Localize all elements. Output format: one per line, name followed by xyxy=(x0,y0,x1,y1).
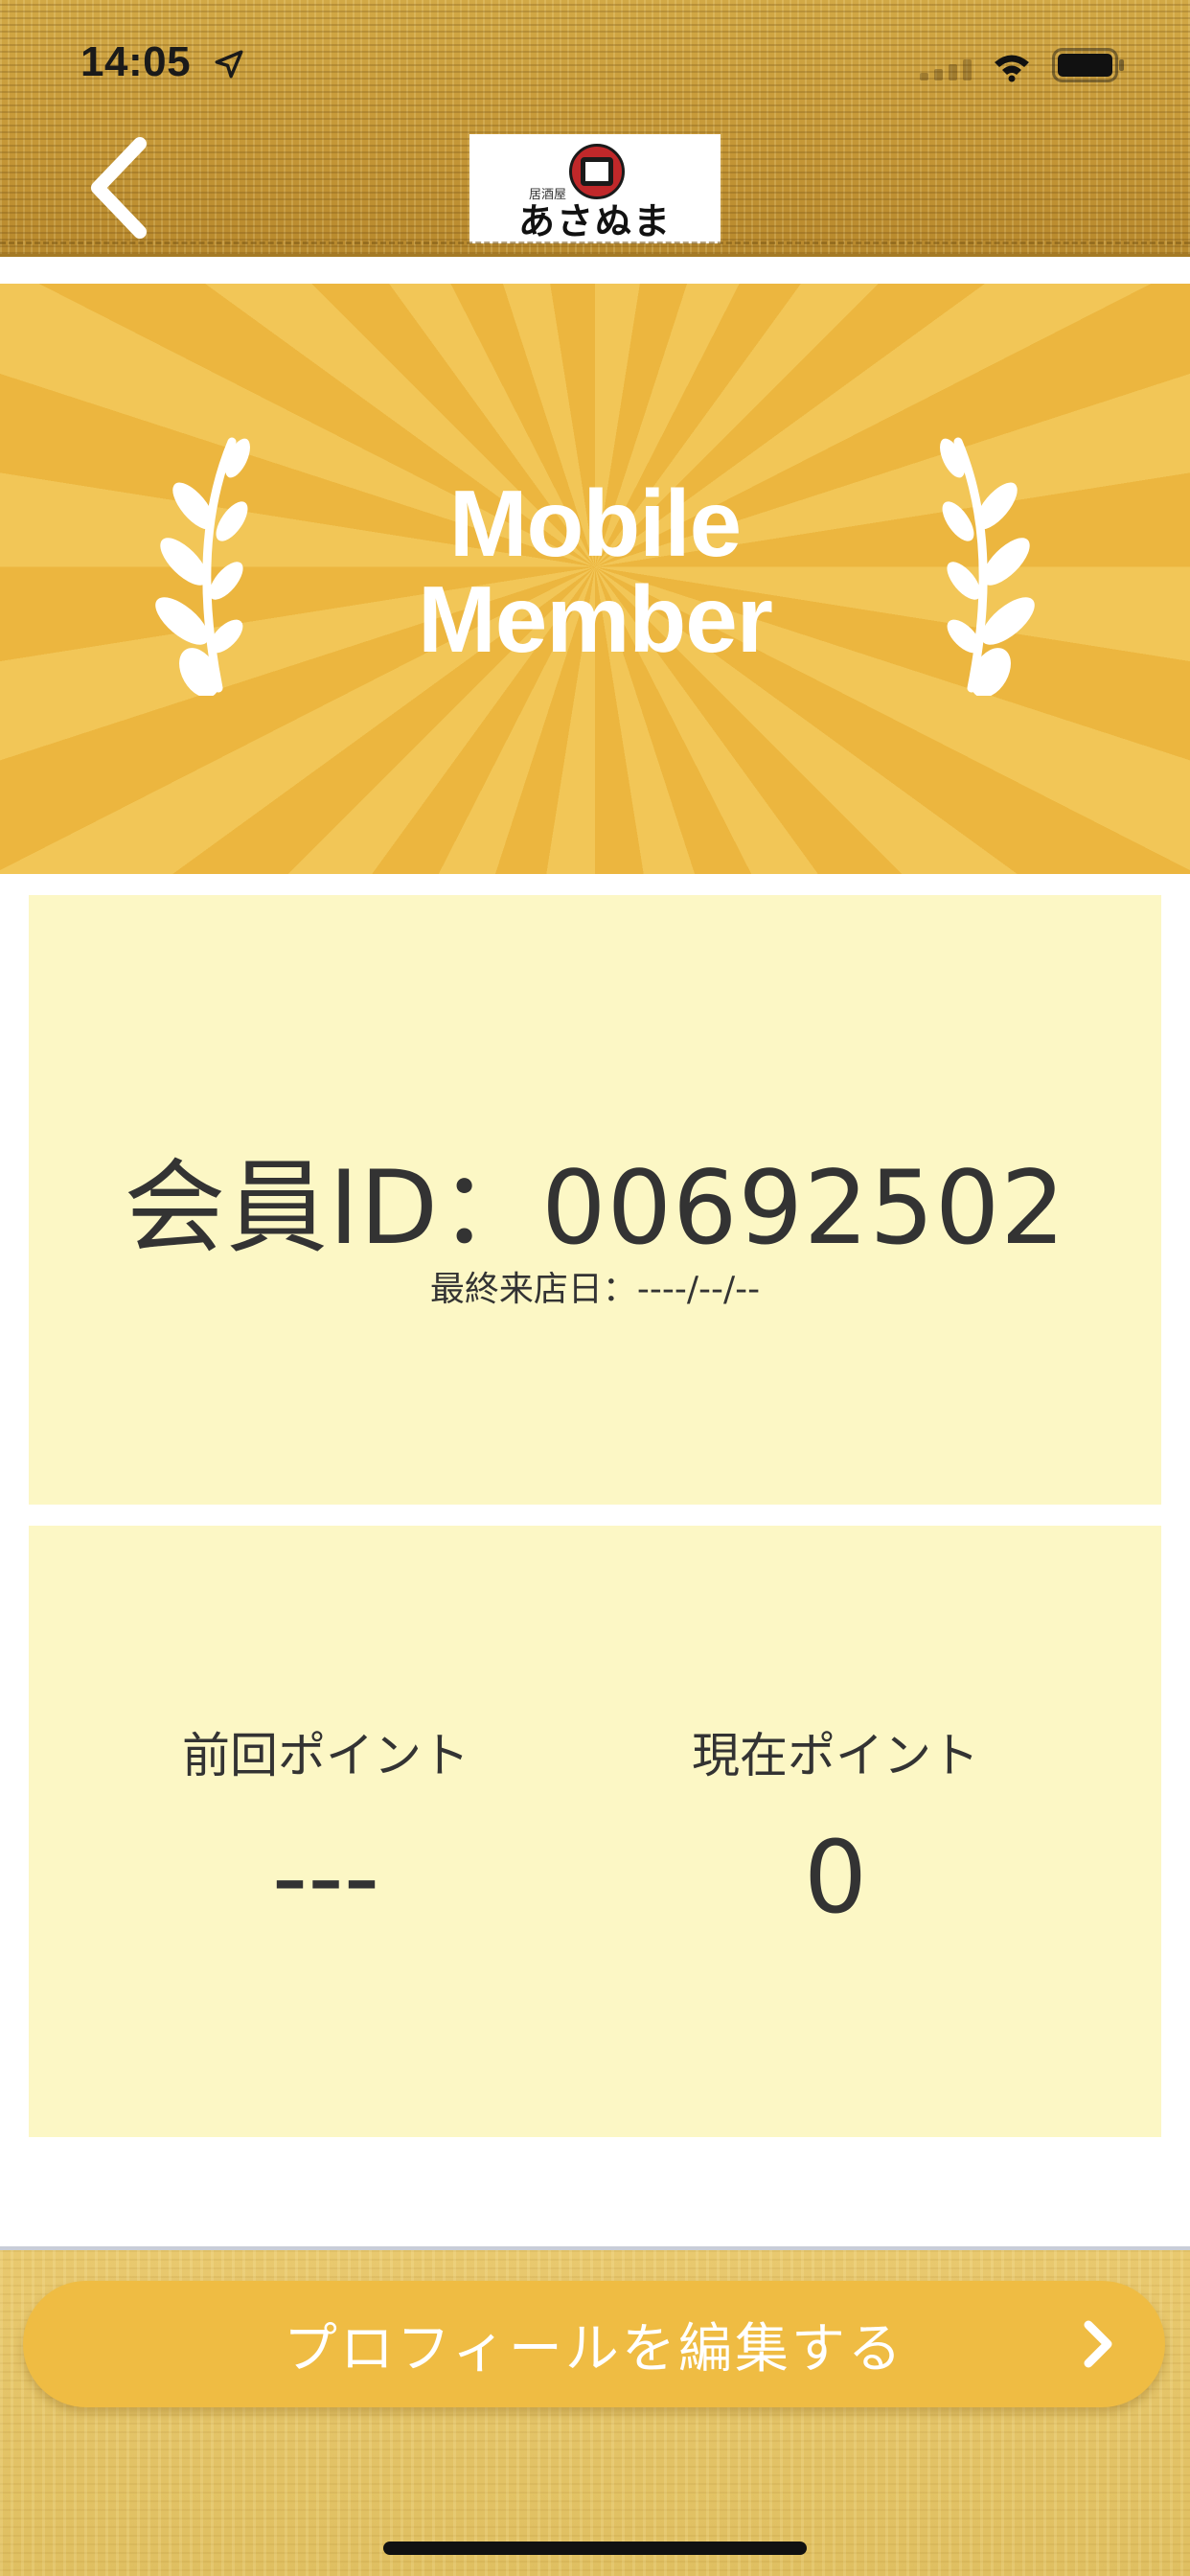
battery-icon xyxy=(1052,48,1124,82)
current-points-value: 0 xyxy=(803,1819,868,1936)
last-visit-label: 最終来店日： xyxy=(429,1270,637,1309)
back-button[interactable] xyxy=(80,134,167,242)
chevron-left-icon xyxy=(91,137,147,239)
status-time: 14:05 xyxy=(80,38,192,85)
status-bar: 14:05 xyxy=(0,0,1190,125)
current-points: 現在ポイント 0 xyxy=(567,1717,1104,1930)
member-id-separator: ： xyxy=(439,1149,542,1267)
previous-points-value: --- xyxy=(271,1819,380,1936)
last-visit: 最終来店日：----/--/-- xyxy=(29,1261,1161,1311)
member-id-label: 会員ID xyxy=(124,1149,440,1267)
member-id-card: 会員ID：00692502 最終来店日：----/--/-- xyxy=(29,895,1161,1505)
wifi-icon xyxy=(995,55,1029,82)
mobile-member-banner: Mobile Member xyxy=(0,284,1190,874)
home-indicator[interactable] xyxy=(383,2542,807,2555)
edit-profile-button[interactable]: プロフィールを編集する xyxy=(23,2281,1165,2407)
chevron-right-icon xyxy=(1084,2320,1112,2368)
previous-points-label: 前回ポイント xyxy=(182,1728,469,1783)
current-points-label: 現在ポイント xyxy=(692,1728,979,1783)
footer: プロフィールを編集する xyxy=(0,2246,1190,2576)
last-visit-value: ----/--/-- xyxy=(636,1270,761,1309)
laurel-right-icon xyxy=(940,437,1035,696)
location-arrow-icon xyxy=(215,50,243,79)
member-id: 会員ID：00692502 xyxy=(29,1125,1161,1273)
member-id-value: 00692502 xyxy=(541,1149,1066,1267)
logo-name: あさぬま xyxy=(517,199,672,242)
signal-icon xyxy=(920,59,972,80)
points-card: 前回ポイント --- 現在ポイント 0 xyxy=(29,1526,1161,2137)
previous-points: 前回ポイント --- xyxy=(57,1717,594,1930)
app-logo: 居酒屋 あさぬま xyxy=(469,134,721,243)
edit-profile-label: プロフィールを編集する xyxy=(284,2317,904,2380)
header: 14:05 居酒屋 あさぬま xyxy=(0,0,1190,257)
